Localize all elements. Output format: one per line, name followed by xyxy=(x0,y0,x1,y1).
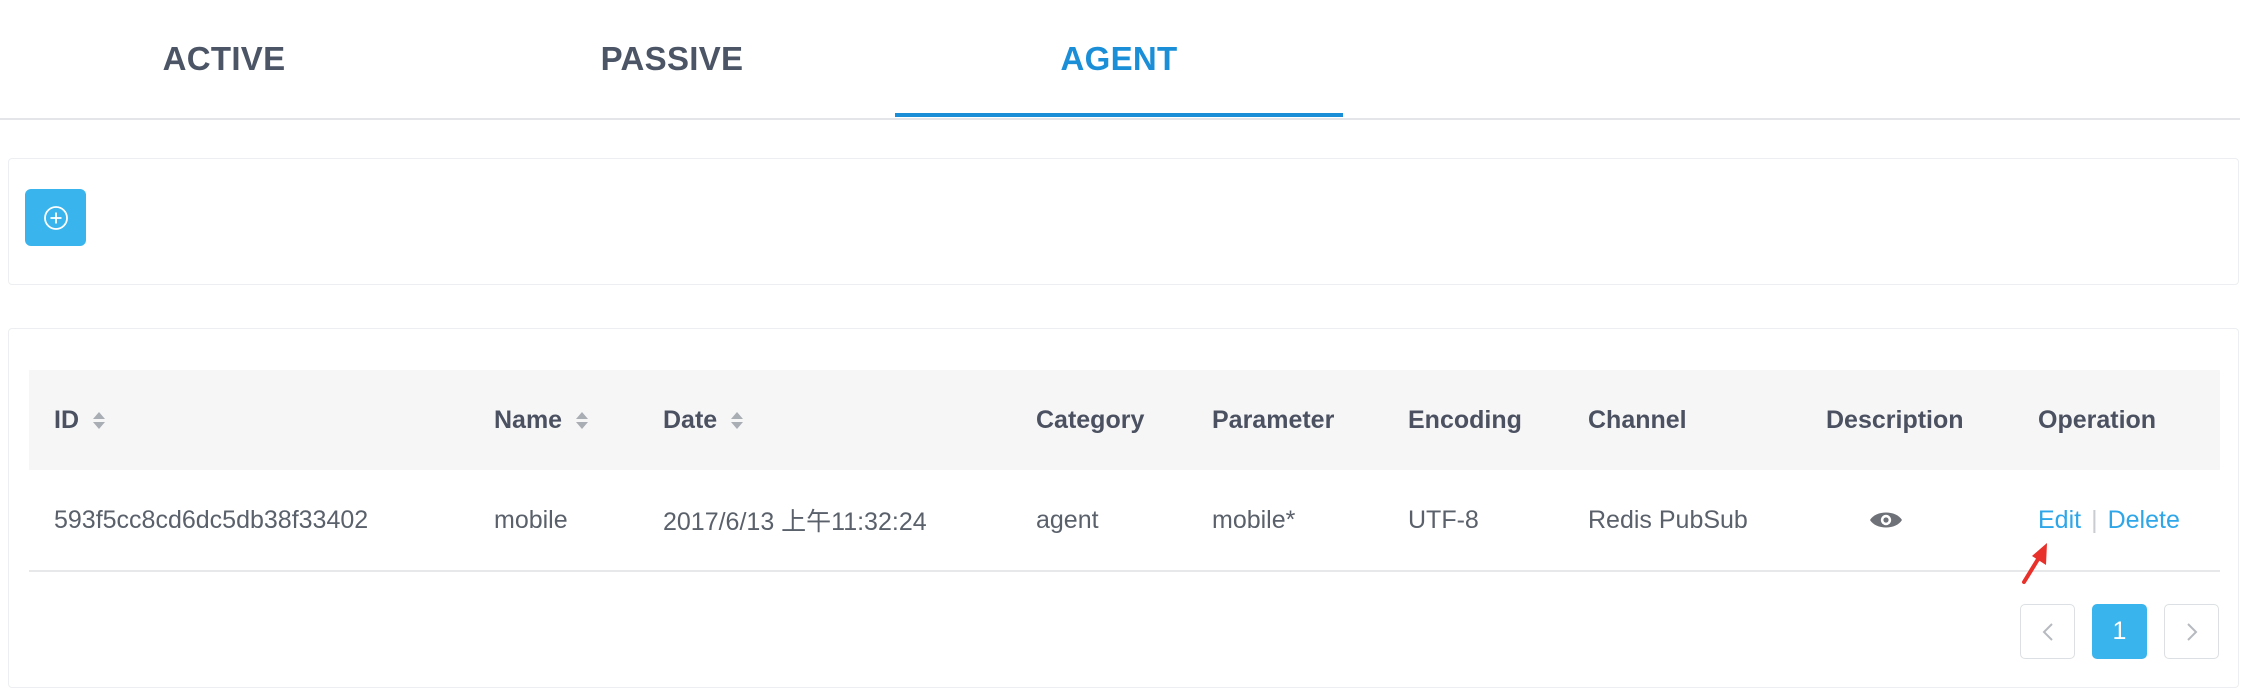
tab-agent[interactable]: AGENT xyxy=(895,0,1343,118)
column-header-channel: Channel xyxy=(1588,405,1687,434)
column-label: Date xyxy=(663,405,718,434)
column-header-category: Category xyxy=(1036,405,1145,434)
cell-operation: Edit | Delete xyxy=(2038,470,2180,570)
cell-name: mobile xyxy=(494,505,568,534)
column-header-id[interactable]: ID xyxy=(54,370,105,470)
cell-id: 593f5cc8cd6dc5db38f33402 xyxy=(54,505,369,534)
active-tab-indicator xyxy=(895,113,1343,117)
cell-encoding: UTF-8 xyxy=(1408,505,1479,534)
toolbar-panel xyxy=(8,158,2239,285)
tab-bar: ACTIVE PASSIVE AGENT xyxy=(0,0,2240,120)
operation-separator: | xyxy=(2091,505,2098,534)
column-header-parameter: Parameter xyxy=(1212,405,1335,434)
add-button[interactable] xyxy=(25,189,86,246)
chevron-left-icon xyxy=(2042,622,2053,641)
sort-icon[interactable] xyxy=(576,411,589,429)
annotation-arrow-icon xyxy=(2022,543,2047,584)
column-label: Name xyxy=(494,405,563,434)
page-number-button[interactable]: 1 xyxy=(2092,604,2147,659)
plus-circle-icon xyxy=(43,205,68,230)
prev-page-button[interactable] xyxy=(2020,604,2075,659)
table-panel: ID Name Date Category Parameter Encoding… xyxy=(8,328,2239,688)
cell-channel: Redis PubSub xyxy=(1588,505,1748,534)
eye-icon[interactable] xyxy=(1869,508,1903,532)
column-header-encoding: Encoding xyxy=(1408,405,1522,434)
cell-date: 2017/6/13 上午11:32:24 xyxy=(663,508,927,536)
cell-description xyxy=(1869,470,1903,570)
column-header-name[interactable]: Name xyxy=(494,370,589,470)
edit-link[interactable]: Edit xyxy=(2038,506,2081,535)
table-header: ID Name Date Category Parameter Encoding… xyxy=(29,370,2220,470)
cell-parameter: mobile* xyxy=(1212,505,1296,534)
tab-active[interactable]: ACTIVE xyxy=(0,0,448,118)
cell-category: agent xyxy=(1036,505,1099,534)
column-header-date[interactable]: Date xyxy=(663,370,744,470)
sort-icon[interactable] xyxy=(93,411,105,429)
next-page-button[interactable] xyxy=(2164,604,2219,659)
column-header-operation: Operation xyxy=(2038,405,2157,434)
column-label: ID xyxy=(54,405,79,434)
chevron-right-icon xyxy=(2186,622,2197,641)
delete-link[interactable]: Delete xyxy=(2108,506,2180,535)
tab-passive[interactable]: PASSIVE xyxy=(448,0,896,118)
sort-icon[interactable] xyxy=(731,411,744,429)
column-header-description: Description xyxy=(1826,405,1964,434)
table-row: 593f5cc8cd6dc5db38f33402 mobile 2017/6/1… xyxy=(29,470,2220,572)
